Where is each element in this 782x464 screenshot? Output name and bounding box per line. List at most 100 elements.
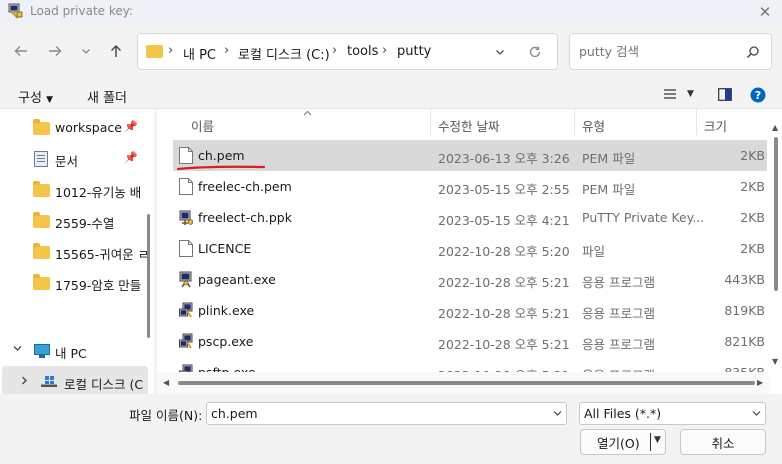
open-options-caret-icon[interactable]: ▼ <box>654 435 661 445</box>
file-list[interactable]: 이름 수정한 날짜 유형 크기 ch.pem 2023-06-13 오후 3:2… <box>157 109 782 394</box>
breadcrumb-separator: › <box>332 43 338 58</box>
file-size: 2KB <box>740 148 765 163</box>
pin-icon: 📌 <box>124 120 138 133</box>
folder-icon <box>33 274 50 290</box>
sidebar-item-1012[interactable]: 1012-유기농 배 <box>0 174 148 205</box>
filter-dropdown-chevron-icon[interactable] <box>751 408 762 419</box>
new-folder-button[interactable]: 새 폴더 <box>87 87 127 106</box>
expand-chevron-icon[interactable] <box>19 375 30 386</box>
preview-pane-icon[interactable] <box>718 88 732 101</box>
sidebar-item-label: workspace <box>55 120 122 135</box>
filename-input[interactable]: ch.pem <box>206 402 567 425</box>
refresh-icon[interactable] <box>528 45 542 59</box>
scroll-left-icon[interactable]: ◀ <box>163 378 169 387</box>
scroll-right-icon[interactable]: ▶ <box>757 378 763 387</box>
address-bar[interactable]: › 내 PC › 로컬 디스크 (C:) › tools › putty <box>137 33 558 70</box>
column-header-size[interactable]: 크기 <box>704 116 727 135</box>
svg-text:?: ? <box>755 89 761 102</box>
breadcrumb-my-pc[interactable]: 내 PC <box>183 44 216 63</box>
folder-icon <box>146 45 163 58</box>
table-row[interactable]: freelec-ch.pem 2023-05-15 오후 2:55 PEM 파일… <box>173 171 767 202</box>
command-bar: 구성 ▼ 새 폴더 ▼ ? <box>0 80 782 110</box>
sidebar-item-documents[interactable]: 문서 📌 <box>0 143 148 174</box>
column-header-date[interactable]: 수정한 날짜 <box>438 116 499 135</box>
cancel-button[interactable]: 취소 <box>680 429 766 455</box>
sidebar-item-workspace[interactable]: workspace 📌 <box>0 112 148 143</box>
file-date: 2022-10-28 오후 5:21 <box>438 306 570 321</box>
search-input[interactable] <box>579 42 739 60</box>
sidebar-item-1759[interactable]: 1759-암호 만들 <box>0 267 148 298</box>
help-icon[interactable]: ? <box>750 87 766 103</box>
file-icon <box>179 147 193 164</box>
table-row[interactable]: LICENCE 2022-10-28 오후 5:20 파일 2KB <box>173 233 767 264</box>
folder-icon <box>33 181 50 197</box>
file-name: freelect-ch.ppk <box>198 210 292 225</box>
putty-key-icon <box>179 210 193 225</box>
file-name: ch.pem <box>198 148 245 163</box>
file-date: 2023-06-13 오후 3:26 <box>438 151 570 166</box>
organize-button[interactable]: 구성 ▼ <box>18 87 53 106</box>
file-type: PuTTY Private Key... <box>582 210 705 225</box>
horizontal-scrollbar[interactable]: ◀ ▶ <box>157 372 769 394</box>
sidebar-item-label: 2559-수열 <box>55 216 115 231</box>
file-date: 2022-10-28 오후 5:21 <box>438 337 570 352</box>
sidebar-item-local-disk[interactable]: 로컬 디스크 (C <box>2 366 148 394</box>
file-date: 2023-05-15 오후 2:55 <box>438 182 570 197</box>
open-button-label: 열기(O) <box>597 435 640 451</box>
column-divider <box>574 109 575 135</box>
sidebar-item-label: 문서 <box>55 154 79 169</box>
file-date: 2022-10-28 오후 5:21 <box>438 275 570 290</box>
navigation-pane[interactable]: workspace 📌 문서 📌 1012-유기농 배 2559-수열 1556… <box>0 109 154 394</box>
view-options-icon[interactable] <box>663 88 677 100</box>
breadcrumb-separator: › <box>168 43 174 58</box>
scroll-up-icon[interactable]: ▲ <box>772 123 778 132</box>
column-divider <box>696 109 697 135</box>
breadcrumb-tools[interactable]: tools <box>347 44 378 59</box>
table-row[interactable]: freelect-ch.ppk 2023-05-15 오후 4:21 PuTTY… <box>173 202 767 233</box>
file-size: 821KB <box>724 334 765 349</box>
close-icon[interactable]: ✕ <box>748 0 782 24</box>
putty-app-icon <box>179 333 193 349</box>
back-arrow-icon[interactable] <box>8 38 34 64</box>
column-header-type[interactable]: 유형 <box>582 116 605 135</box>
sidebar-item-2559[interactable]: 2559-수열 <box>0 205 148 236</box>
breadcrumb-local-disk[interactable]: 로컬 디스크 (C:) <box>238 44 330 63</box>
file-type: 응용 프로그램 <box>582 275 655 290</box>
pageant-icon <box>179 271 192 288</box>
table-row[interactable]: pageant.exe 2022-10-28 오후 5:21 응용 프로그램 4… <box>173 264 767 295</box>
search-box[interactable] <box>569 33 772 70</box>
folder-icon <box>33 119 50 135</box>
open-button[interactable]: 열기(O) ▼ <box>580 429 666 455</box>
horizontal-scrollbar-thumb[interactable] <box>178 381 755 385</box>
breadcrumb-putty[interactable]: putty <box>397 44 431 59</box>
file-size: 819KB <box>724 303 765 318</box>
forward-arrow-icon[interactable] <box>42 38 68 64</box>
putty-app-icon <box>7 3 23 19</box>
sidebar-item-label: 내 PC <box>55 346 87 361</box>
up-arrow-icon[interactable] <box>103 38 129 64</box>
sidebar-scrollbar-thumb[interactable] <box>147 214 150 338</box>
file-type: PEM 파일 <box>582 151 636 166</box>
folder-icon <box>33 243 50 259</box>
file-icon <box>179 178 193 195</box>
file-name: pageant.exe <box>198 272 276 287</box>
column-header-name[interactable]: 이름 <box>191 116 214 135</box>
expand-chevron-icon[interactable] <box>12 343 23 354</box>
table-row[interactable]: plink.exe 2022-10-28 오후 5:21 응용 프로그램 819… <box>173 295 767 326</box>
search-icon[interactable] <box>746 45 760 59</box>
recent-locations-chevron-icon[interactable] <box>73 38 99 64</box>
file-size: 2KB <box>740 210 765 225</box>
vertical-scrollbar-thumb[interactable] <box>774 137 778 291</box>
file-name: LICENCE <box>198 241 252 256</box>
filename-dropdown-chevron-icon[interactable] <box>552 408 563 419</box>
table-row[interactable]: pscp.exe 2022-10-28 오후 5:21 응용 프로그램 821K… <box>173 326 767 357</box>
sidebar-item-my-pc[interactable]: 내 PC <box>0 335 148 366</box>
address-history-chevron-icon[interactable] <box>494 46 506 58</box>
scroll-down-icon[interactable]: ▼ <box>772 357 778 366</box>
vertical-scrollbar[interactable]: ▲ ▼ <box>770 109 782 394</box>
breadcrumb-separator: › <box>224 43 230 58</box>
sidebar-item-15565[interactable]: 15565-귀여운 ㄹ <box>0 236 149 267</box>
column-divider <box>430 109 431 135</box>
file-type-filter-select[interactable]: All Files (*.*) <box>579 402 766 425</box>
view-caret-down-icon[interactable]: ▼ <box>687 89 694 99</box>
